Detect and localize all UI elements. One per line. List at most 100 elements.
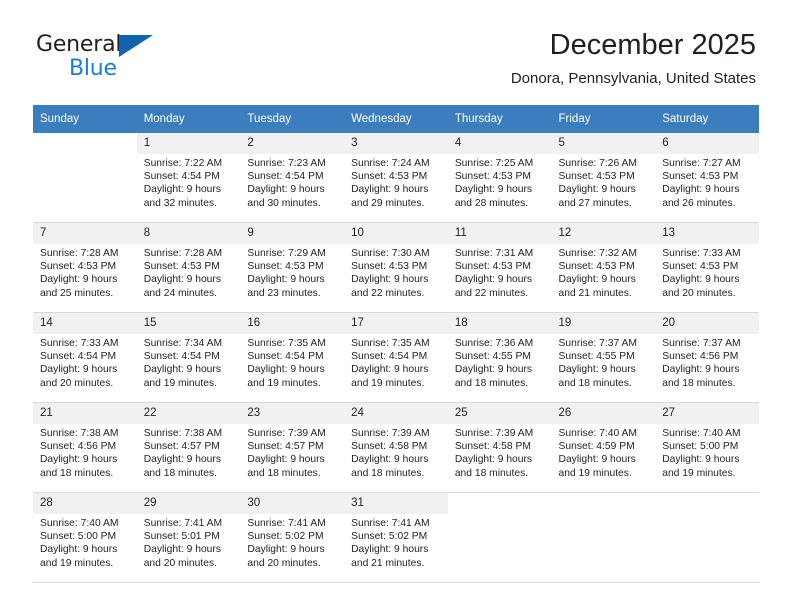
sunrise-text: Sunrise: 7:39 AM — [247, 428, 326, 439]
calendar-day-cell[interactable]: 16 Sunrise: 7:35 AM Sunset: 4:54 PM Dayligh… — [240, 312, 345, 403]
calendar-day-cell[interactable]: 31 Sunrise: 7:41 AM Sunset: 5:02 PM Dayligh… — [344, 492, 448, 583]
daylight-text-line2: and 23 minutes. — [247, 287, 321, 299]
calendar-day-cell[interactable]: 4 Sunrise: 7:25 AM Sunset: 4:53 PM Daylight… — [447, 133, 552, 223]
sunset-text: Sunset: 4:53 PM — [454, 261, 531, 273]
daylight-text-line2: and 18 minutes. — [143, 467, 217, 479]
day-number: 20 — [655, 313, 759, 334]
calendar-day-cell[interactable]: 10 Sunrise: 7:30 AM Sunset: 4:53 PM Dayligh… — [344, 222, 448, 313]
sunrise-text: Sunrise: 7:23 AM — [247, 158, 326, 169]
daylight-text-line2: and 22 minutes. — [454, 287, 529, 299]
weekday-header-sunday: Sunday — [33, 105, 137, 133]
logo-text-general: General — [36, 32, 122, 57]
day-details: Sunrise: 7:41 AM Sunset: 5:02 PM Daylight:… — [240, 514, 344, 570]
daylight-text-line2: and 19 minutes. — [351, 377, 425, 389]
daylight-text-line2: and 26 minutes. — [662, 197, 736, 209]
day-details: Sunrise: 7:41 AM Sunset: 5:02 PM Daylight:… — [344, 514, 448, 570]
calendar-day-cell[interactable]: 6 Sunrise: 7:27 AM Sunset: 4:53 PM Daylight… — [655, 133, 759, 223]
day-number: 10 — [344, 223, 448, 244]
calendar-day-cell[interactable]: 26 Sunrise: 7:40 AM Sunset: 4:59 PM Dayligh… — [551, 402, 656, 493]
calendar-day-cell[interactable]: 30 Sunrise: 7:41 AM Sunset: 5:02 PM Dayligh… — [240, 492, 345, 583]
day-number: 25 — [447, 403, 552, 424]
daylight-text-line2: and 20 minutes. — [40, 377, 114, 389]
day-details: Sunrise: 7:40 AM Sunset: 4:59 PM Daylight:… — [552, 424, 656, 480]
general-blue-logo[interactable]: General Blue — [36, 32, 166, 90]
sunrise-text: Sunrise: 7:34 AM — [143, 338, 223, 349]
calendar-day-cell[interactable]: 11 Sunrise: 7:31 AM Sunset: 4:53 PM Dayligh… — [447, 222, 552, 313]
calendar-day-cell[interactable]: 1 Sunrise: 7:22 AM Sunset: 4:54 PM Daylight… — [136, 133, 241, 223]
sunrise-text: Sunrise: 7:28 AM — [143, 248, 223, 259]
sunrise-text: Sunrise: 7:30 AM — [351, 248, 430, 259]
day-details: Sunrise: 7:30 AM Sunset: 4:53 PM Daylight:… — [344, 244, 448, 300]
calendar-day-cell[interactable]: 2 Sunrise: 7:23 AM Sunset: 4:54 PM Daylight… — [240, 133, 345, 223]
day-number — [655, 493, 759, 514]
sunrise-text: Sunrise: 7:40 AM — [662, 428, 741, 439]
calendar-week-row: 21 Sunrise: 7:38 AM Sunset: 4:56 PM Dayligh… — [33, 402, 759, 493]
daylight-text-line2: and 29 minutes. — [351, 197, 425, 209]
calendar-day-cell[interactable]: 22 Sunrise: 7:38 AM Sunset: 4:57 PM Dayligh… — [136, 402, 241, 493]
sunset-text: Sunset: 4:55 PM — [558, 351, 635, 363]
daylight-text-line1: Daylight: 9 hours — [247, 364, 325, 376]
daylight-text-line2: and 18 minutes. — [247, 467, 321, 479]
day-details — [33, 154, 137, 157]
weekday-header-friday: Friday — [551, 105, 656, 133]
calendar-day-cell[interactable]: 19 Sunrise: 7:37 AM Sunset: 4:55 PM Dayligh… — [551, 312, 656, 403]
daylight-text-line1: Daylight: 9 hours — [351, 184, 429, 196]
calendar-day-cell[interactable]: 21 Sunrise: 7:38 AM Sunset: 4:56 PM Dayligh… — [33, 402, 137, 493]
daylight-text-line2: and 27 minutes. — [558, 197, 632, 209]
daylight-text-line1: Daylight: 9 hours — [143, 364, 221, 376]
calendar-day-cell[interactable]: 13 Sunrise: 7:33 AM Sunset: 4:53 PM Dayligh… — [655, 222, 759, 313]
daylight-text-line1: Daylight: 9 hours — [662, 274, 740, 286]
daylight-text-line1: Daylight: 9 hours — [143, 184, 221, 196]
sunset-text: Sunset: 4:54 PM — [143, 351, 220, 363]
calendar-day-cell[interactable]: 12 Sunrise: 7:32 AM Sunset: 4:53 PM Dayligh… — [551, 222, 656, 313]
daylight-text-line2: and 20 minutes. — [662, 287, 736, 299]
daylight-text-line1: Daylight: 9 hours — [662, 184, 740, 196]
sunset-text: Sunset: 5:01 PM — [143, 531, 220, 543]
day-number — [447, 493, 552, 514]
daylight-text-line1: Daylight: 9 hours — [351, 364, 429, 376]
sunset-text: Sunset: 4:53 PM — [40, 261, 117, 273]
daylight-text-line1: Daylight: 9 hours — [558, 364, 636, 376]
calendar-day-cell[interactable]: 17 Sunrise: 7:35 AM Sunset: 4:54 PM Dayligh… — [344, 312, 448, 403]
calendar-day-cell[interactable]: 18 Sunrise: 7:36 AM Sunset: 4:55 PM Dayligh… — [447, 312, 552, 403]
day-details: Sunrise: 7:22 AM Sunset: 4:54 PM Daylight:… — [137, 154, 241, 210]
calendar-day-cell[interactable]: 29 Sunrise: 7:41 AM Sunset: 5:01 PM Dayligh… — [136, 492, 241, 583]
sunrise-text: Sunrise: 7:39 AM — [454, 428, 534, 439]
calendar-day-cell[interactable]: 14 Sunrise: 7:33 AM Sunset: 4:54 PM Dayligh… — [33, 312, 137, 403]
calendar-day-cell[interactable]: 24 Sunrise: 7:39 AM Sunset: 4:58 PM Dayligh… — [344, 402, 448, 493]
day-details — [448, 514, 552, 517]
calendar-day-cell[interactable]: 20 Sunrise: 7:37 AM Sunset: 4:56 PM Dayligh… — [655, 312, 759, 403]
calendar-day-cell[interactable]: 25 Sunrise: 7:39 AM Sunset: 4:58 PM Dayligh… — [447, 402, 552, 493]
day-number: 17 — [344, 313, 448, 334]
daylight-text-line1: Daylight: 9 hours — [247, 454, 325, 466]
daylight-text-line1: Daylight: 9 hours — [454, 184, 533, 196]
sunset-text: Sunset: 4:53 PM — [247, 261, 324, 273]
daylight-text-line2: and 21 minutes. — [351, 557, 425, 569]
calendar-day-cell[interactable]: 23 Sunrise: 7:39 AM Sunset: 4:57 PM Dayligh… — [240, 402, 345, 493]
day-number — [551, 493, 656, 514]
day-number: 24 — [344, 403, 448, 424]
daylight-text-line1: Daylight: 9 hours — [454, 364, 533, 376]
calendar-day-cell[interactable]: 8 Sunrise: 7:28 AM Sunset: 4:53 PM Daylight… — [136, 222, 241, 313]
sunrise-text: Sunrise: 7:41 AM — [247, 518, 326, 529]
calendar-cell-empty — [551, 492, 656, 583]
calendar-day-cell[interactable]: 7 Sunrise: 7:28 AM Sunset: 4:53 PM Daylight… — [33, 222, 137, 313]
calendar-day-cell[interactable]: 9 Sunrise: 7:29 AM Sunset: 4:53 PM Daylight… — [240, 222, 345, 313]
day-details: Sunrise: 7:28 AM Sunset: 4:53 PM Daylight:… — [137, 244, 241, 300]
day-number: 28 — [33, 493, 137, 514]
sunset-text: Sunset: 4:53 PM — [143, 261, 220, 273]
weekday-header-tuesday: Tuesday — [240, 105, 345, 133]
daylight-text-line1: Daylight: 9 hours — [454, 274, 533, 286]
sunrise-text: Sunrise: 7:33 AM — [662, 248, 741, 259]
daylight-text-line1: Daylight: 9 hours — [558, 454, 636, 466]
day-details — [552, 514, 656, 517]
calendar-day-cell[interactable]: 27 Sunrise: 7:40 AM Sunset: 5:00 PM Dayligh… — [655, 402, 759, 493]
calendar-day-cell[interactable]: 15 Sunrise: 7:34 AM Sunset: 4:54 PM Dayligh… — [136, 312, 241, 403]
calendar-header-row: Sunday Monday Tuesday Wednesday Thursday Frid… — [33, 105, 759, 133]
calendar-day-cell[interactable]: 28 Sunrise: 7:40 AM Sunset: 5:00 PM Dayligh… — [33, 492, 137, 583]
calendar-day-cell[interactable]: 3 Sunrise: 7:24 AM Sunset: 4:53 PM Daylight… — [344, 133, 448, 223]
sunrise-text: Sunrise: 7:33 AM — [40, 338, 119, 349]
day-number: 12 — [551, 223, 656, 244]
calendar-day-cell[interactable]: 5 Sunrise: 7:26 AM Sunset: 4:53 PM Daylight… — [551, 133, 656, 223]
daylight-text-line2: and 18 minutes. — [454, 467, 529, 479]
